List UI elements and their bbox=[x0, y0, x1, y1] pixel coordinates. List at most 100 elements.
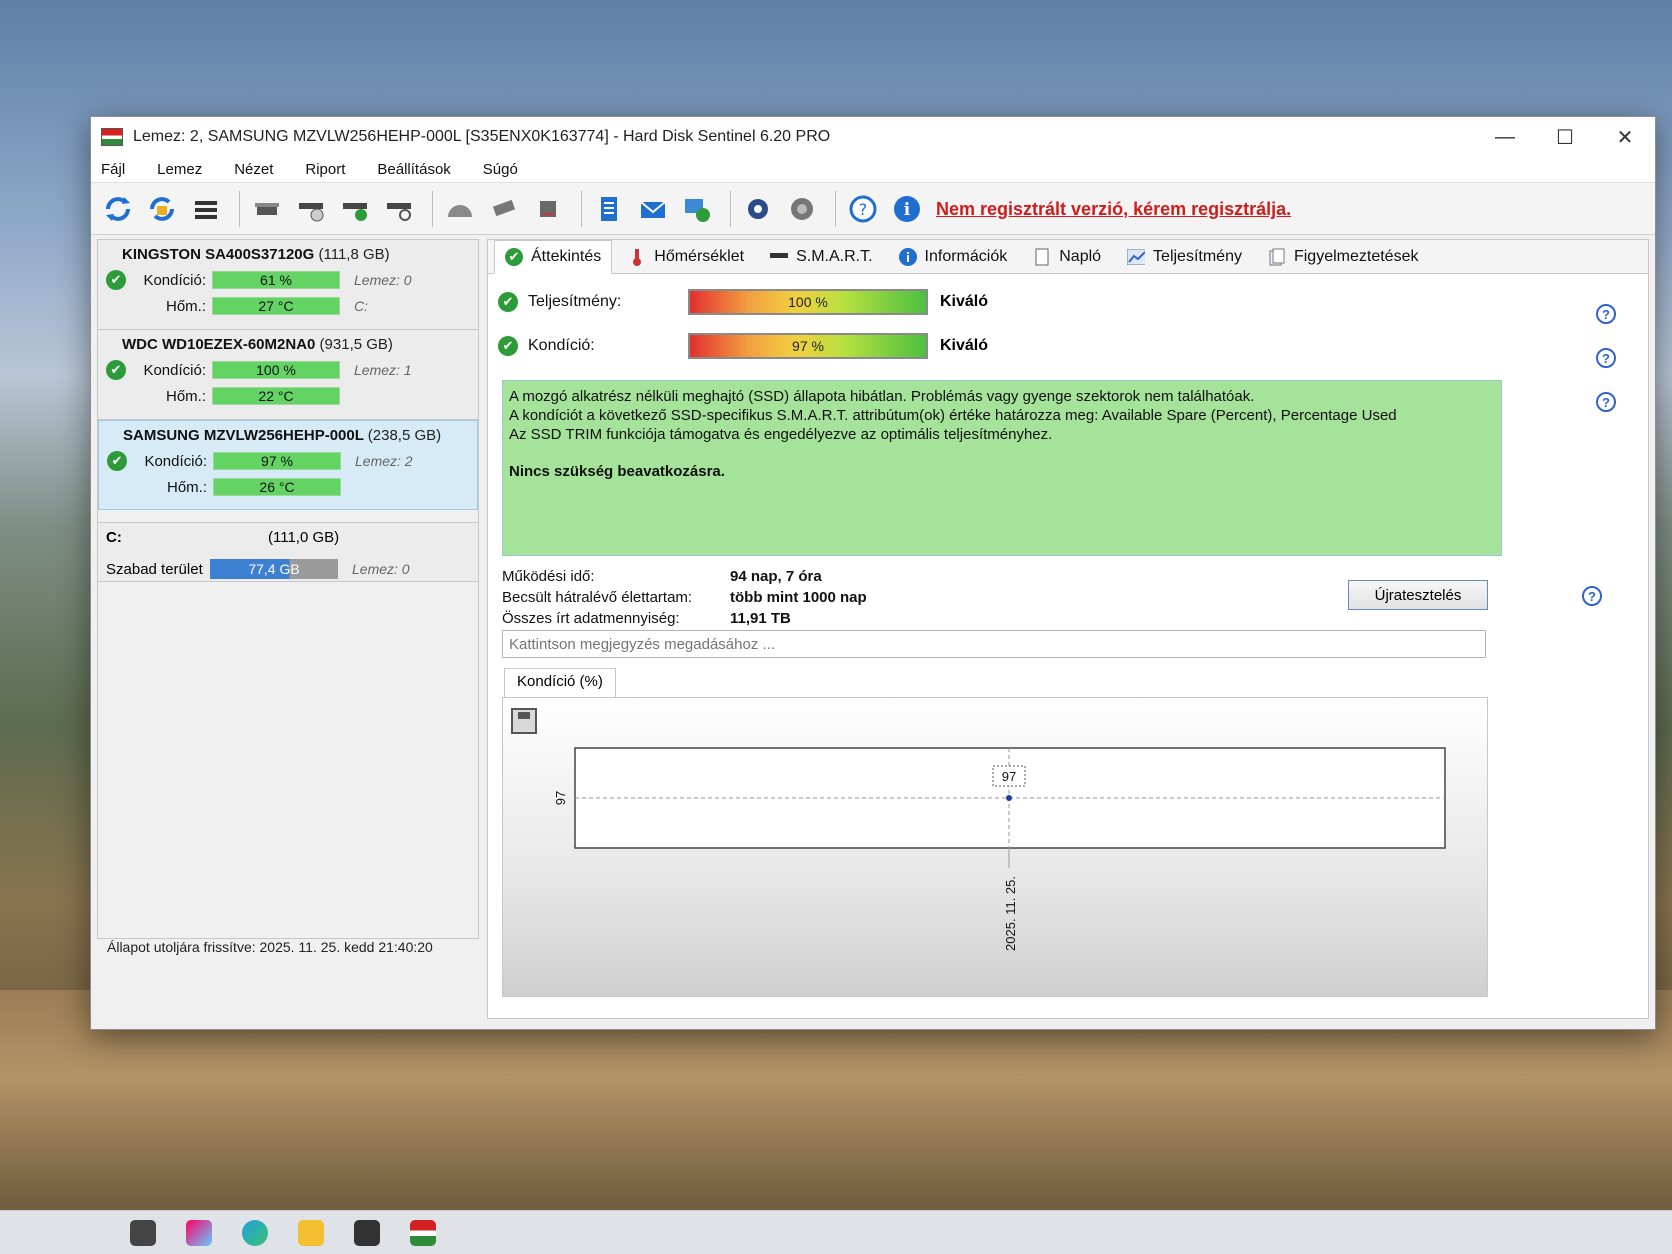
disk-icon[interactable] bbox=[248, 190, 286, 228]
uptime-label: Működési idő: bbox=[502, 568, 595, 585]
toolbar-separator bbox=[730, 190, 731, 227]
tab-performance[interactable]: Teljesítmény bbox=[1117, 244, 1252, 270]
disk-card-wdc[interactable]: WDC WD10EZEX-60M2NA0 (931,5 GB) ✔ Kondíc… bbox=[98, 330, 478, 420]
disk-name: WDC WD10EZEX-60M2NA0 (931,5 GB) bbox=[122, 336, 393, 353]
drive-info-grid: Működési idő: 94 nap, 7 óra Becsült hátr… bbox=[502, 566, 867, 629]
help-icon[interactable]: ? bbox=[1596, 348, 1616, 368]
menu-view[interactable]: Nézet bbox=[230, 159, 277, 180]
menu-report[interactable]: Riport bbox=[301, 159, 349, 180]
drive-icon[interactable] bbox=[529, 190, 567, 228]
retest-button[interactable]: Újratesztelés bbox=[1348, 580, 1488, 610]
taskbar bbox=[0, 1210, 1672, 1254]
close-button[interactable]: ✕ bbox=[1595, 117, 1655, 157]
mail-icon[interactable] bbox=[634, 190, 672, 228]
uptime-value: 94 nap, 7 óra bbox=[730, 568, 822, 585]
menu-disk[interactable]: Lemez bbox=[153, 159, 206, 180]
tab-smart[interactable]: S.M.A.R.T. bbox=[760, 244, 882, 270]
toolbar-separator bbox=[239, 190, 240, 227]
status-line: A kondíciót a következő SSD-specifikus S… bbox=[509, 407, 1397, 424]
disk-search-icon[interactable] bbox=[380, 190, 418, 228]
chart-tab-condition[interactable]: Kondíció (%) bbox=[504, 668, 616, 698]
registration-notice-link[interactable]: Nem regisztrált verzió, kérem regisztrál… bbox=[936, 199, 1291, 220]
copilot-icon[interactable] bbox=[186, 1219, 212, 1246]
maximize-button[interactable]: ☐ bbox=[1535, 117, 1595, 157]
svg-text:i: i bbox=[904, 200, 911, 220]
condition-bar: 100 % bbox=[212, 361, 340, 379]
check-icon: ✔ bbox=[106, 270, 126, 290]
lifetime-value: több mint 1000 nap bbox=[730, 589, 867, 606]
folder-icon[interactable] bbox=[298, 1219, 324, 1246]
menu-file[interactable]: Fájl bbox=[97, 159, 129, 180]
chart-y-tick-label: 97 bbox=[553, 791, 568, 805]
tools-icon[interactable] bbox=[485, 190, 523, 228]
thermometer-icon bbox=[628, 248, 646, 266]
status-action: Nincs szükség beavatkozásra. bbox=[509, 463, 725, 480]
list-icon[interactable] bbox=[187, 190, 225, 228]
lifetime-label: Becsült hátralévő élettartam: bbox=[502, 589, 693, 606]
minimize-button[interactable]: — bbox=[1475, 117, 1535, 157]
help-icon[interactable]: ? bbox=[1596, 392, 1616, 412]
chart-point-label: 97 bbox=[1002, 769, 1016, 784]
app-window: Lemez: 2, SAMSUNG MZVLW256HEHP-000L [S35… bbox=[90, 116, 1656, 1030]
free-space-bar: 77,4 GB bbox=[210, 559, 338, 579]
temp-bar: 27 °C bbox=[212, 297, 340, 315]
dome-icon[interactable] bbox=[441, 190, 479, 228]
help-icon[interactable]: ? bbox=[1582, 586, 1602, 606]
app-icon bbox=[101, 128, 123, 146]
refresh-lock-icon[interactable] bbox=[143, 190, 181, 228]
written-value: 11,91 TB bbox=[730, 610, 791, 627]
disk-check-icon[interactable] bbox=[336, 190, 374, 228]
condition-row: ✔ Kondíció: 97 % Kiváló bbox=[498, 332, 988, 360]
note-input[interactable] bbox=[502, 630, 1486, 658]
status-message-box: A mozgó alkatrész nélküli meghajtó (SSD)… bbox=[502, 380, 1502, 556]
check-icon: ✔ bbox=[106, 360, 126, 380]
refresh-icon[interactable] bbox=[99, 190, 137, 228]
condition-bar: 97 % bbox=[213, 452, 341, 470]
volume-size: (111,0 GB) bbox=[268, 529, 340, 546]
document-icon bbox=[1033, 248, 1051, 266]
disk-name: KINGSTON SA400S37120G (111,8 GB) bbox=[122, 246, 390, 263]
help-icon[interactable]: ? bbox=[844, 190, 882, 228]
disk-card-samsung[interactable]: SAMSUNG MZVLW256HEHP-000L (238,5 GB) ✔ K… bbox=[98, 420, 478, 510]
info-icon[interactable]: i bbox=[888, 190, 926, 228]
temp-label: Hőm.: bbox=[165, 387, 206, 405]
chart-x-tick-label: 2025. 11. 25. bbox=[1003, 876, 1018, 951]
window-title: Lemez: 2, SAMSUNG MZVLW256HEHP-000L [S35… bbox=[133, 128, 831, 145]
menu-settings[interactable]: Beállítások bbox=[373, 159, 454, 180]
condition-bar: 97 % bbox=[688, 333, 928, 359]
task-view-icon[interactable] bbox=[130, 1219, 156, 1246]
status-line: Az SSD TRIM funkciója támogatva és enged… bbox=[509, 426, 1053, 443]
report-icon[interactable] bbox=[590, 190, 628, 228]
edge-icon[interactable] bbox=[242, 1219, 268, 1246]
tab-alerts[interactable]: Figyelmeztetések bbox=[1258, 244, 1429, 270]
disk-card-kingston[interactable]: KINGSTON SA400S37120G (111,8 GB) ✔ Kondí… bbox=[98, 240, 478, 330]
tab-overview[interactable]: ✔ Áttekintés bbox=[494, 240, 613, 274]
toolbar-separator bbox=[432, 190, 433, 227]
details-panel: ✔ Áttekintés Hőmérséklet S.M.A.R.T. Infor… bbox=[487, 239, 1649, 1019]
network-icon[interactable] bbox=[678, 190, 716, 228]
written-label: Összes írt adatmennyiség: bbox=[502, 610, 680, 627]
alerts-icon bbox=[1268, 248, 1286, 266]
tab-temperature[interactable]: Hőmérséklet bbox=[618, 244, 754, 270]
volume-card-c[interactable]: C: (111,0 GB) Szabad terület 77,4 GB Lem… bbox=[98, 522, 478, 582]
disk-name: SAMSUNG MZVLW256HEHP-000L (238,5 GB) bbox=[123, 427, 442, 444]
help-icon[interactable]: ? bbox=[1596, 304, 1616, 324]
tab-log[interactable]: Napló bbox=[1023, 244, 1111, 270]
performance-rating: Kiváló bbox=[940, 293, 989, 310]
performance-chart-icon bbox=[1127, 248, 1146, 266]
disk-list-panel: KINGSTON SA400S37120G (111,8 GB) ✔ Kondí… bbox=[97, 239, 479, 939]
mail-icon[interactable] bbox=[354, 1219, 380, 1246]
disk-clock-icon[interactable] bbox=[292, 190, 330, 228]
speaker-icon[interactable] bbox=[783, 190, 821, 228]
disk-index: Lemez: 2 bbox=[355, 453, 413, 469]
info-icon bbox=[898, 247, 917, 266]
hds-taskbar-icon[interactable] bbox=[410, 1219, 436, 1246]
check-icon: ✔ bbox=[498, 336, 518, 356]
condition-chart: 97 97 2025. 11. 25. bbox=[553, 747, 1446, 951]
tab-information[interactable]: Információk bbox=[889, 244, 1018, 270]
menu-help[interactable]: Súgó bbox=[479, 159, 522, 180]
gear-icon[interactable] bbox=[739, 190, 777, 228]
title-bar[interactable]: Lemez: 2, SAMSUNG MZVLW256HEHP-000L [S35… bbox=[91, 117, 1655, 157]
condition-label: Kondíció: bbox=[143, 361, 206, 379]
drive-letter: C: bbox=[354, 298, 368, 314]
